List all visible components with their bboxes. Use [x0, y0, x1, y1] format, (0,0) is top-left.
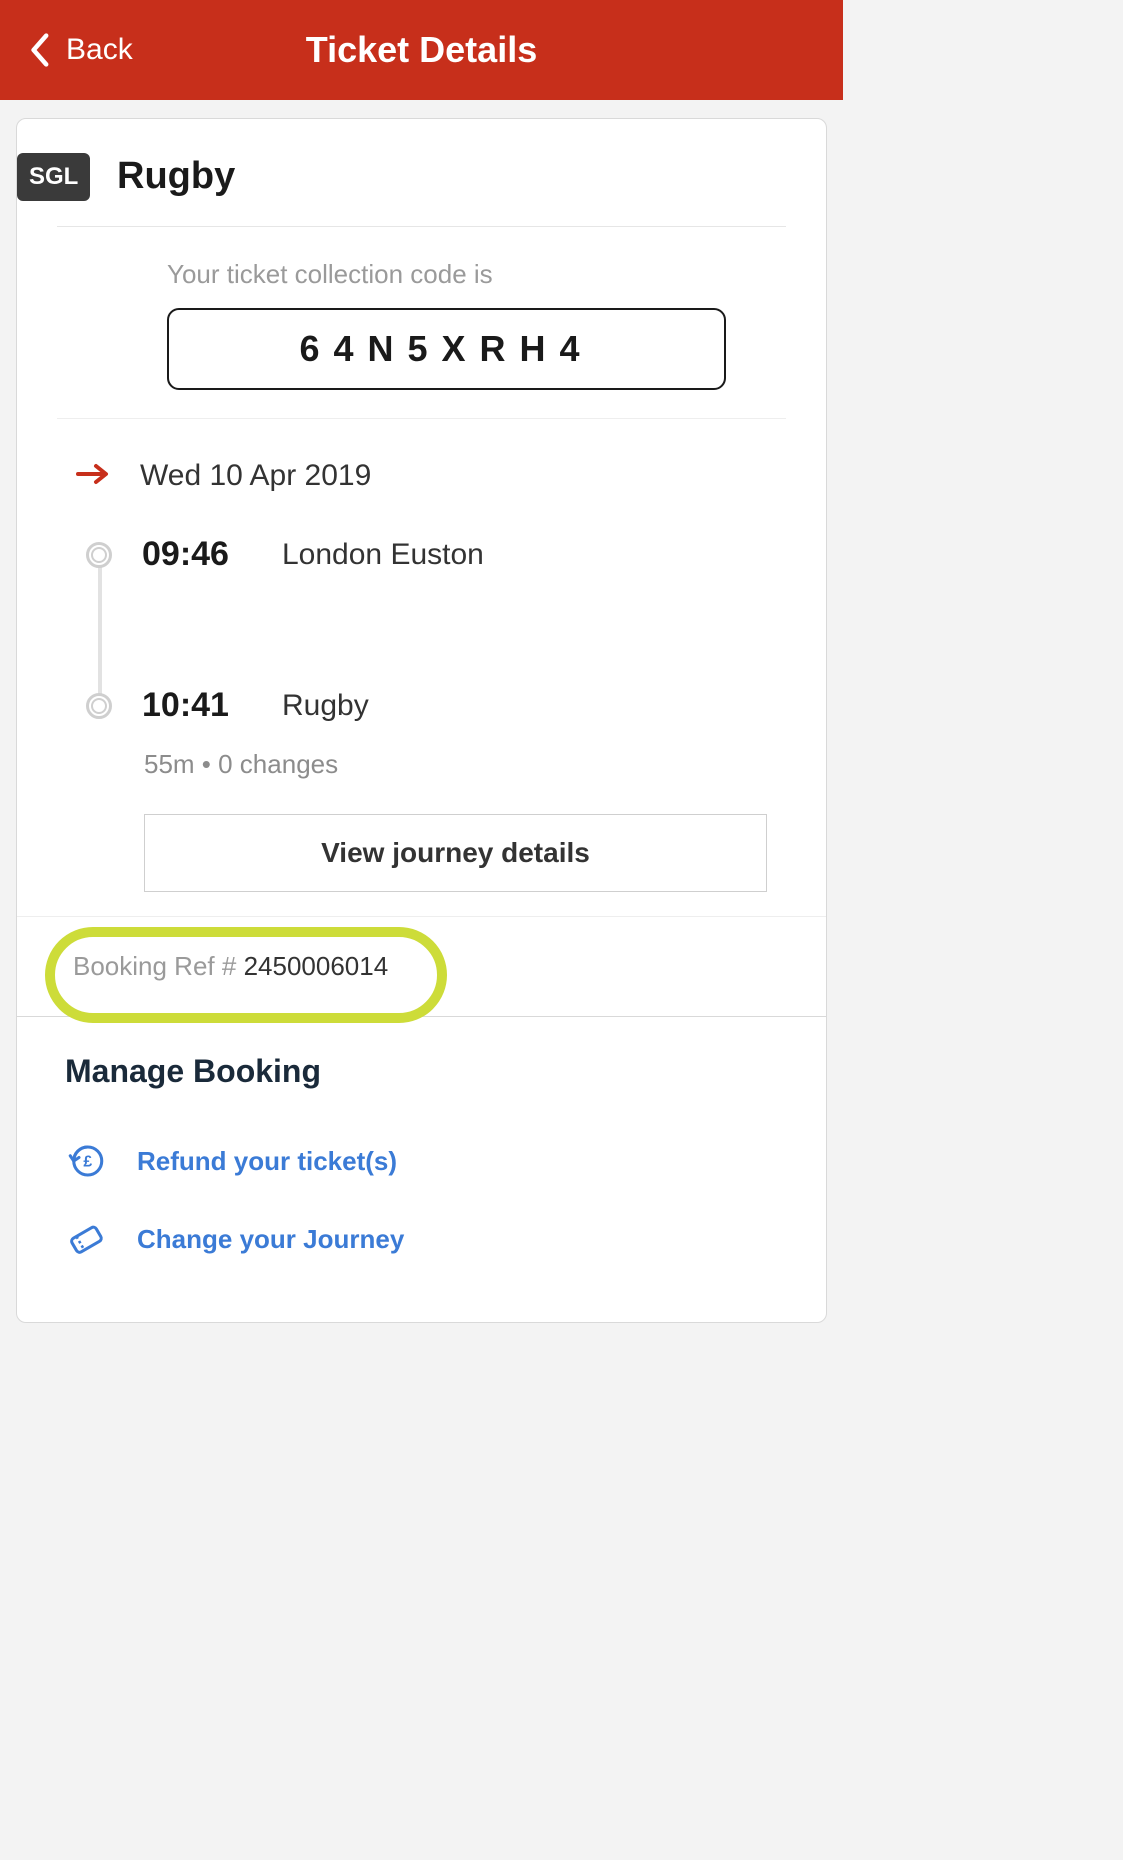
- destination-row: SGL Rugby: [57, 119, 786, 227]
- ticket-card: SGL Rugby Your ticket collection code is…: [16, 118, 827, 1323]
- arrival-station: Rugby: [282, 689, 369, 723]
- arrow-right-icon: [76, 462, 110, 491]
- journey-date: Wed 10 Apr 2019: [140, 459, 371, 493]
- ticket-type-badge: SGL: [17, 153, 90, 201]
- back-button[interactable]: Back: [0, 32, 133, 68]
- change-journey-button[interactable]: Change your Journey: [65, 1200, 778, 1278]
- app-header: Back Ticket Details: [0, 0, 843, 100]
- journey-line: [98, 561, 102, 699]
- journey-summary: 55m • 0 changes: [144, 749, 767, 780]
- booking-ref-value: 2450006014: [244, 951, 389, 981]
- destination-name: Rugby: [117, 155, 235, 198]
- chevron-left-icon: [28, 32, 50, 68]
- departure-time: 09:46: [142, 535, 252, 574]
- arrival-row: 10:41 Rugby: [86, 686, 767, 725]
- departure-row: 09:46 London Euston: [86, 535, 767, 574]
- booking-ref-row: Booking Ref # 2450006014: [17, 917, 826, 1016]
- collection-code-value: 64N5XRH4: [167, 308, 726, 390]
- change-journey-label: Change your Journey: [137, 1224, 404, 1255]
- collection-section: Your ticket collection code is 64N5XRH4: [57, 227, 786, 419]
- manage-booking-title: Manage Booking: [65, 1053, 778, 1090]
- departure-station: London Euston: [282, 538, 484, 572]
- journey-section: Wed 10 Apr 2019 09:46 London Euston 10:4…: [16, 419, 827, 917]
- collection-code-label: Your ticket collection code is: [167, 259, 726, 290]
- back-label: Back: [66, 33, 133, 67]
- refund-ticket-label: Refund your ticket(s): [137, 1146, 397, 1177]
- manage-booking-section: Manage Booking £ Refund your ticket(s) C…: [17, 1016, 826, 1322]
- svg-text:£: £: [83, 1153, 92, 1170]
- stop-circle-icon: [86, 693, 112, 719]
- journey-date-row: Wed 10 Apr 2019: [76, 459, 767, 493]
- refund-ticket-button[interactable]: £ Refund your ticket(s): [65, 1122, 778, 1200]
- journey-legs: 09:46 London Euston 10:41 Rugby: [76, 535, 767, 725]
- booking-ref-label: Booking Ref #: [73, 951, 244, 981]
- stop-circle-icon: [86, 542, 112, 568]
- view-journey-details-button[interactable]: View journey details: [144, 814, 767, 892]
- arrival-time: 10:41: [142, 686, 252, 725]
- refund-icon: £: [65, 1140, 107, 1182]
- ticket-icon: [65, 1218, 107, 1260]
